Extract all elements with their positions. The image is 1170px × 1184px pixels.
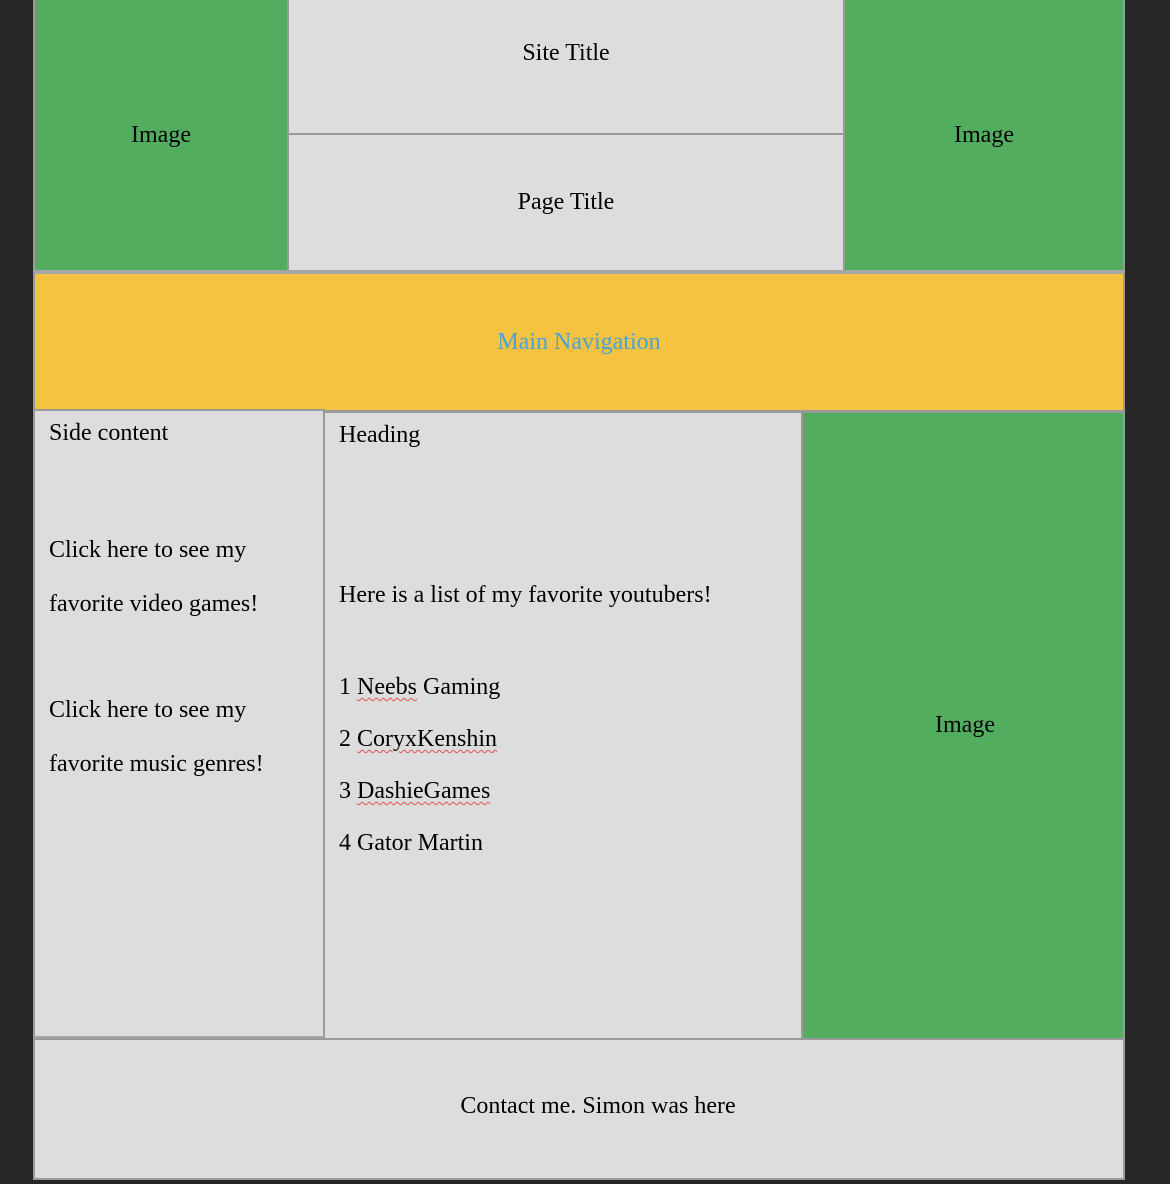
main-heading: Heading (339, 422, 421, 448)
list-item-name: Gator Martin (357, 830, 483, 856)
site-title: Site Title (287, 0, 845, 135)
side-content-title: Side content (49, 420, 169, 446)
main-content: Heading Here is a list of my favorite yo… (323, 411, 803, 1040)
main-intro: Here is a list of my favorite youtubers! (339, 582, 712, 608)
header-right-image-label: Image (954, 121, 1014, 148)
aside-image-label: Image (935, 712, 995, 738)
page-title: Page Title (287, 133, 845, 272)
music-genres-link[interactable]: Click here to see my favorite music genr… (49, 683, 309, 791)
youtuber-list: 1 Neebs Gaming 2 CoryxKenshin 3 DashieGa… (339, 673, 787, 857)
footer: Contact me. Simon was here (33, 1038, 1125, 1180)
page-title-text: Page Title (517, 189, 615, 215)
list-item: 1 Neebs Gaming (339, 673, 787, 701)
list-item-rest: Gaming (416, 674, 501, 700)
page-wrapper: Image Site Title Page Title Image Main N… (33, 0, 1125, 1180)
main-navigation-link[interactable]: Main Navigation (497, 329, 660, 356)
header-left-image: Image (33, 0, 289, 272)
list-item: 4 Gator Martin (339, 829, 787, 857)
list-item-number: 4 (339, 830, 351, 856)
site-title-text: Site Title (522, 40, 610, 66)
side-content: Side content Click here to see my favori… (33, 409, 325, 1040)
list-item-name: DashieGames (357, 778, 491, 804)
list-item-number: 3 (339, 778, 351, 804)
list-item-number: 2 (339, 726, 351, 752)
list-item: 2 CoryxKenshin (339, 725, 787, 753)
header-left-image-label: Image (131, 121, 191, 148)
header-right-image: Image (843, 0, 1125, 272)
aside-image: Image (801, 411, 1125, 1040)
list-item-number: 1 (339, 674, 351, 700)
list-item-name: Neebs (357, 674, 417, 700)
list-item-name: CoryxKenshin (357, 726, 497, 752)
video-games-link[interactable]: Click here to see my favorite video game… (49, 523, 309, 631)
list-item: 3 DashieGames (339, 777, 787, 805)
main-navigation: Main Navigation (33, 270, 1125, 412)
footer-text: Contact me. Simon was here (460, 1092, 736, 1119)
